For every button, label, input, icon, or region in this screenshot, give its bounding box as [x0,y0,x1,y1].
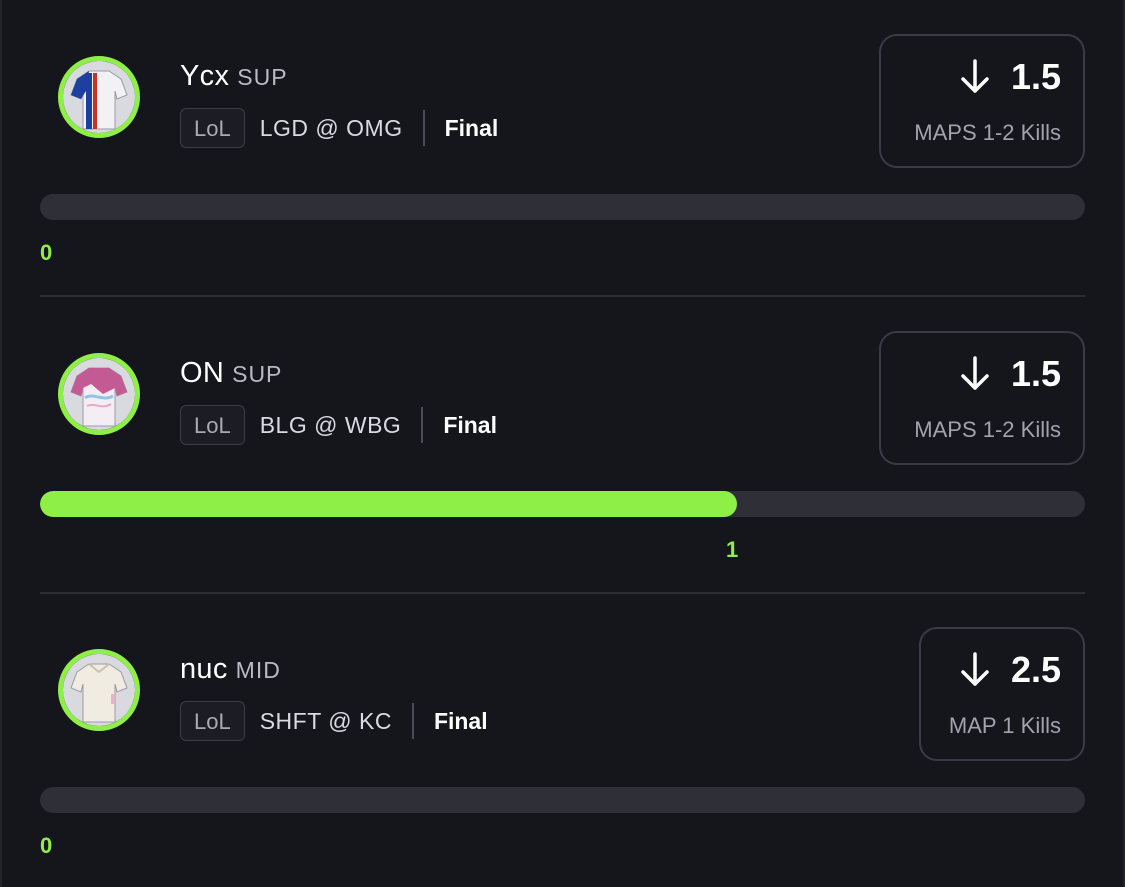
arrow-down-icon [961,652,989,686]
line-top: 2.5 [959,649,1061,691]
divider [422,110,425,146]
player-position: SUP [232,361,283,387]
game-status: Final [433,707,488,734]
jersey-icon [63,61,135,133]
match-meta: LoL BLG @ WBG Final [180,405,497,445]
progress-fill [40,491,737,517]
matchup: BLG @ WBG [259,411,402,438]
league-badge: LoL [180,701,245,741]
line-top: 1.5 [959,353,1061,395]
progress-bar [40,194,1085,220]
avatar [58,649,140,731]
pick-card[interactable]: Ycx SUP LoL LGD @ OMG Final 1.5 MAPS 1-2 … [40,34,1085,265]
market-label: MAPS 1-2 Kills [914,417,1061,442]
game-status: Final [444,114,499,141]
player-name[interactable]: ON [180,357,224,389]
player-line: nuc MID [180,653,281,686]
line-top: 1.5 [959,56,1061,98]
player-position: SUP [237,64,288,90]
progress-value: 1 [726,537,739,562]
progress-value: 0 [40,833,53,858]
line-box[interactable]: 2.5 MAP 1 Kills [919,627,1085,761]
line-value: 1.5 [1010,353,1061,394]
player-position: MID [235,657,281,683]
match-meta: LoL LGD @ OMG Final [180,108,498,148]
avatar [58,353,140,435]
progress-value: 0 [40,240,53,265]
player-name[interactable]: nuc [180,653,228,685]
player-line: ON SUP [180,357,282,390]
league-badge: LoL [180,405,245,445]
line-value: 2.5 [1010,649,1061,690]
arrow-down-icon [961,356,989,390]
match-meta: LoL SHFT @ KC Final [180,701,488,741]
league-badge: LoL [180,108,245,148]
section-divider [40,295,1085,297]
pick-card[interactable]: ON SUP LoL BLG @ WBG Final 1.5 MAPS 1-2 K… [40,331,1085,562]
player-name[interactable]: Ycx [180,60,229,92]
progress-bar [40,787,1085,813]
game-status: Final [443,411,497,438]
divider [411,703,414,739]
matchup: LGD @ OMG [259,114,403,141]
matchup: SHFT @ KC [259,707,392,734]
market-label: MAP 1 Kills [948,713,1061,738]
avatar [58,56,140,138]
player-line: Ycx SUP [180,60,288,93]
pick-card[interactable]: nuc MID LoL SHFT @ KC Final 2.5 MAP 1 Kil… [40,627,1085,858]
divider [421,407,424,443]
line-box[interactable]: 1.5 MAPS 1-2 Kills [879,331,1085,465]
progress-bar [40,491,1085,517]
market-label: MAPS 1-2 Kills [914,120,1061,145]
line-box[interactable]: 1.5 MAPS 1-2 Kills [879,34,1085,168]
section-divider [40,592,1085,594]
jersey-icon [63,654,135,726]
jersey-icon [63,358,135,430]
line-value: 1.5 [1010,56,1061,97]
frame-edge-left [0,0,2,887]
arrow-down-icon [961,59,989,93]
